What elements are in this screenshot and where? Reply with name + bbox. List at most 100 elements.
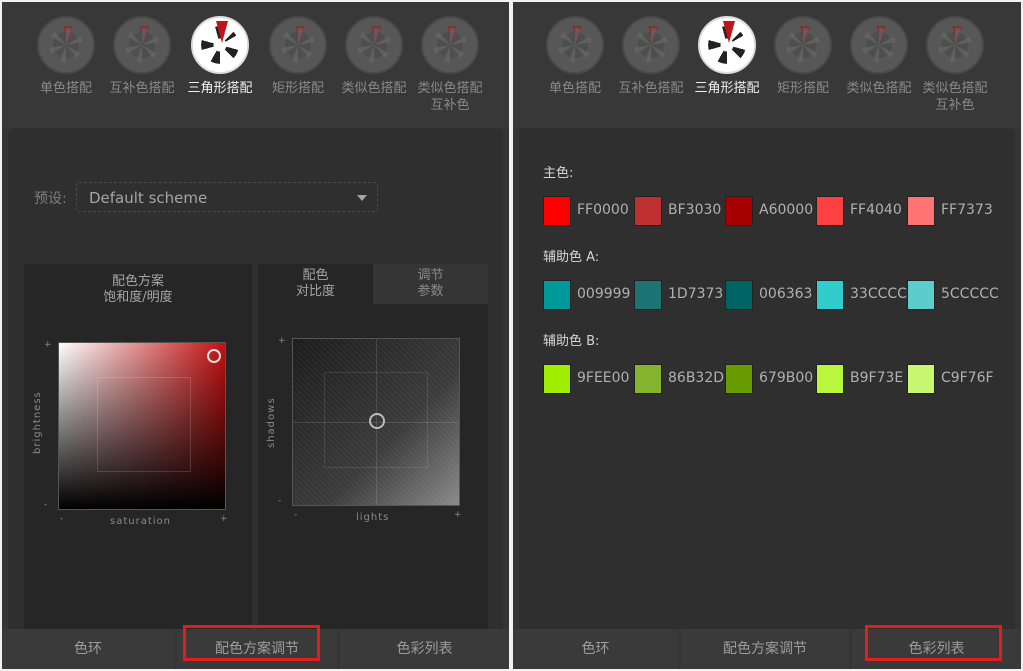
tab-color-wheel[interactable]: 色环 bbox=[2, 629, 174, 669]
group-title-secondary-b: 辅助色 B: bbox=[543, 334, 600, 349]
tab-scheme-adjust[interactable]: 配色方案调节 bbox=[681, 629, 849, 669]
hex-value: A60000 bbox=[759, 202, 814, 218]
x-minus-tick: - bbox=[294, 510, 298, 520]
mode-label: 三角形搭配 bbox=[694, 81, 760, 96]
color-list-content: 主色: FF0000 BF3030 A60000 FF4040 FF7373 辅… bbox=[519, 128, 1015, 629]
color-swatch[interactable] bbox=[907, 280, 935, 310]
tab-contrast-line2: 对比度 bbox=[295, 284, 335, 299]
mode-analogic-complement[interactable]: 类似色搭配互补色 bbox=[412, 16, 488, 114]
tab-color-wheel[interactable]: 色环 bbox=[513, 629, 678, 669]
shadows-axis-label: shadows bbox=[266, 397, 277, 448]
color-swatch[interactable] bbox=[634, 364, 662, 394]
mode-wheel-icon bbox=[421, 16, 479, 74]
mode-label: 三角形搭配 bbox=[187, 81, 253, 96]
mode-triad[interactable]: 三角形搭配 bbox=[689, 16, 765, 97]
mode-label: 互补色搭配 bbox=[109, 81, 175, 96]
mode-wheel-icon bbox=[546, 16, 604, 74]
lights-axis-label: lights bbox=[356, 512, 390, 523]
y-minus-tick: - bbox=[44, 500, 48, 510]
chevron-down-icon bbox=[357, 195, 367, 201]
hex-value: C9F76F bbox=[941, 370, 994, 386]
saturation-axis-label: saturation bbox=[110, 516, 171, 527]
x-plus-tick: + bbox=[454, 510, 462, 520]
color-swatch[interactable] bbox=[634, 280, 662, 310]
hex-value: 1D7373 bbox=[668, 286, 724, 302]
tab-contrast[interactable]: 配色 对比度 bbox=[258, 264, 373, 304]
group-title-secondary-a: 辅助色 A: bbox=[543, 250, 600, 265]
hex-value: 33CCCC bbox=[850, 286, 907, 302]
scheme-mode-bar: 单色搭配 互补色搭配 三角形搭配 矩形搭配 类似色搭配 类似色搭配互补色 bbox=[513, 2, 1021, 128]
tab-contrast-line1: 配色 bbox=[302, 268, 329, 283]
color-swatch[interactable] bbox=[543, 280, 571, 310]
mode-wheel-icon bbox=[345, 16, 403, 74]
preset-dropdown[interactable]: Default scheme bbox=[76, 182, 378, 212]
mode-triad[interactable]: 三角形搭配 bbox=[182, 16, 258, 97]
right-panel: 单色搭配 互补色搭配 三角形搭配 矩形搭配 类似色搭配 类似色搭配互补色 主色:… bbox=[513, 2, 1021, 669]
mode-wheel-icon bbox=[850, 16, 908, 74]
sb-handle[interactable] bbox=[207, 349, 221, 363]
mode-analogic[interactable]: 类似色搭配 bbox=[841, 16, 917, 97]
mode-wheel-icon bbox=[774, 16, 832, 74]
mode-label: 类似色搭配 bbox=[341, 81, 407, 96]
scheme-adjust-content: 预设: Default scheme 配色方案 饱和度/明度 brightnes… bbox=[8, 128, 503, 630]
color-swatch[interactable] bbox=[816, 364, 844, 394]
color-swatch[interactable] bbox=[725, 364, 753, 394]
mode-wheel-icon bbox=[191, 16, 249, 74]
mode-monochrome[interactable]: 单色搭配 bbox=[28, 16, 104, 97]
hex-value: 679B00 bbox=[759, 370, 814, 386]
hex-value: FF0000 bbox=[577, 202, 629, 218]
color-swatch[interactable] bbox=[725, 280, 753, 310]
mode-tetrad[interactable]: 矩形搭配 bbox=[260, 16, 336, 97]
mode-wheel-icon bbox=[269, 16, 327, 74]
y-minus-tick: - bbox=[278, 496, 282, 506]
hex-value: BF3030 bbox=[668, 202, 722, 218]
y-plus-tick: + bbox=[44, 340, 52, 350]
mode-label: 单色搭配 bbox=[39, 81, 92, 96]
mode-label: 矩形搭配 bbox=[776, 81, 829, 96]
hex-value: 006363 bbox=[759, 286, 813, 302]
brightness-axis-label: brightness bbox=[32, 391, 43, 454]
color-swatch[interactable] bbox=[816, 280, 844, 310]
shadows-lights-picker[interactable] bbox=[292, 338, 460, 506]
mode-label: 类似色搭配 bbox=[846, 81, 912, 96]
mode-analogic-complement[interactable]: 类似色搭配互补色 bbox=[917, 16, 993, 114]
x-minus-tick: - bbox=[60, 514, 64, 524]
contrast-handle[interactable] bbox=[369, 413, 385, 429]
color-swatch[interactable] bbox=[543, 196, 571, 226]
mode-wheel-icon bbox=[622, 16, 680, 74]
highlight-box bbox=[183, 625, 320, 661]
tab-color-list[interactable]: 色彩列表 bbox=[340, 629, 509, 669]
color-swatch[interactable] bbox=[634, 196, 662, 226]
mode-analogic[interactable]: 类似色搭配 bbox=[336, 16, 412, 97]
hex-value: 86B32D bbox=[668, 370, 725, 386]
sb-title-line2: 饱和度/明度 bbox=[103, 290, 173, 305]
mode-complementary[interactable]: 互补色搭配 bbox=[104, 16, 180, 97]
hex-value: FF4040 bbox=[850, 202, 902, 218]
left-panel: 单色搭配 互补色搭配 三角形搭配 矩形搭配 类似色搭配 类似色搭配互补色 预设:… bbox=[2, 2, 509, 669]
mode-label: 类似色搭配互补色 bbox=[417, 81, 483, 113]
mode-monochrome[interactable]: 单色搭配 bbox=[537, 16, 613, 97]
preset-label: 预设: bbox=[34, 191, 67, 207]
mode-label: 矩形搭配 bbox=[271, 81, 324, 96]
hex-value: B9F73E bbox=[850, 370, 904, 386]
mode-wheel-icon bbox=[926, 16, 984, 74]
hex-value: 5CCCCC bbox=[941, 286, 999, 302]
mode-complementary[interactable]: 互补色搭配 bbox=[613, 16, 689, 97]
color-swatch[interactable] bbox=[543, 364, 571, 394]
tab-parameters[interactable]: 调节 参数 bbox=[373, 264, 488, 304]
saturation-brightness-picker[interactable] bbox=[58, 342, 226, 510]
x-plus-tick: + bbox=[220, 514, 228, 524]
color-swatch[interactable] bbox=[907, 196, 935, 226]
sb-title: 配色方案 饱和度/明度 bbox=[24, 274, 252, 306]
highlight-box bbox=[865, 625, 1002, 661]
bottom-tab-bar: 色环 配色方案调节 色彩列表 bbox=[513, 625, 1021, 669]
color-swatch[interactable] bbox=[907, 364, 935, 394]
mode-wheel-icon bbox=[37, 16, 95, 74]
color-swatch[interactable] bbox=[816, 196, 844, 226]
tab-parameters-line2: 参数 bbox=[417, 284, 444, 299]
mode-label: 单色搭配 bbox=[548, 81, 601, 96]
sb-range-box bbox=[97, 377, 191, 472]
color-swatch[interactable] bbox=[725, 196, 753, 226]
preset-value: Default scheme bbox=[89, 189, 208, 207]
mode-tetrad[interactable]: 矩形搭配 bbox=[765, 16, 841, 97]
